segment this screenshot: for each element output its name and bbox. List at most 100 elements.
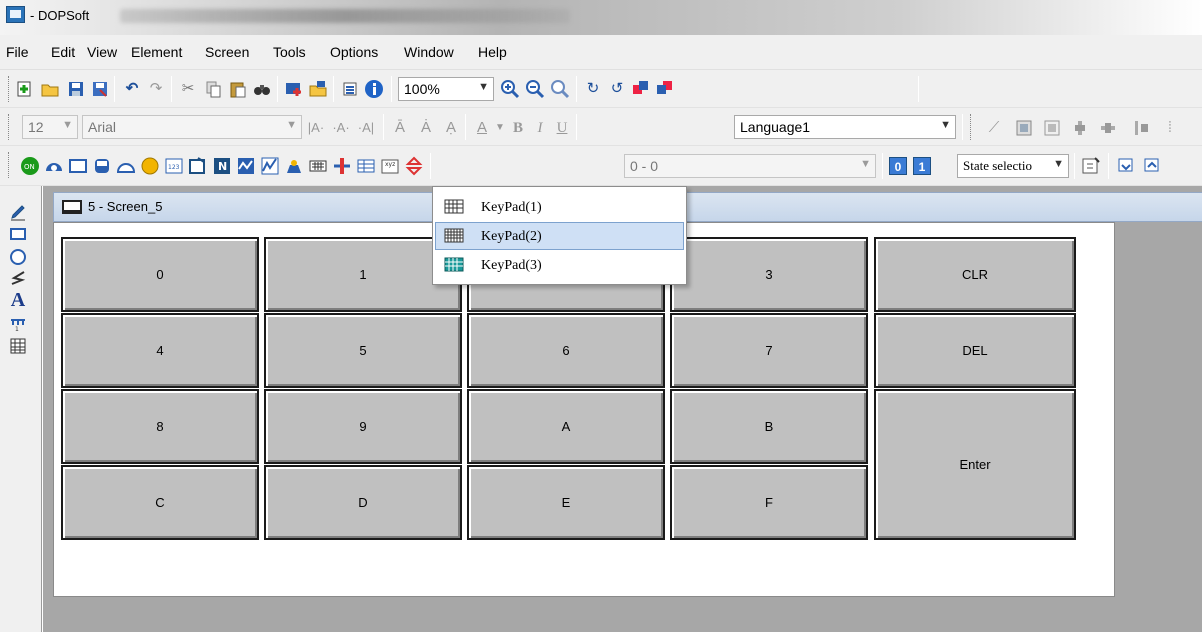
italic-icon[interactable]: I (530, 118, 550, 138)
state-0-button[interactable]: 0 (889, 157, 907, 175)
font-color-icon[interactable]: A (472, 118, 492, 138)
screen-add-icon[interactable] (284, 79, 304, 99)
valign-top-icon[interactable]: Ā (390, 118, 410, 138)
table-element-icon[interactable] (356, 156, 376, 176)
circle-tool-icon[interactable] (8, 247, 28, 267)
slider-icon[interactable] (332, 156, 352, 176)
menu-options[interactable]: Options (330, 44, 378, 60)
chevron-down-icon[interactable]: ▼ (490, 118, 510, 138)
key-clr[interactable]: CLR (874, 237, 1076, 312)
gauge-icon[interactable] (116, 156, 136, 176)
zoom-in-icon[interactable] (500, 79, 520, 99)
key-f[interactable]: F (670, 465, 868, 540)
move-up-icon[interactable] (1142, 156, 1162, 176)
key-0[interactable]: 0 (61, 237, 259, 312)
undo-icon[interactable]: ↶ (122, 79, 142, 99)
font-size-combo[interactable]: 12 ▼ (22, 115, 78, 139)
key-4[interactable]: 4 (61, 313, 259, 388)
find-icon[interactable] (252, 79, 272, 99)
on-button-icon[interactable]: ON (20, 156, 40, 176)
menu-item-keypad-2[interactable]: KeyPad(2) (435, 222, 684, 250)
properties-icon[interactable] (1081, 156, 1101, 176)
lamp-icon[interactable] (140, 156, 160, 176)
menu-item-keypad-1[interactable]: KeyPad(1) (435, 193, 684, 221)
state-1-button[interactable]: 1 (913, 157, 931, 175)
numeric-input-icon[interactable]: N (212, 156, 232, 176)
download-icon[interactable] (340, 79, 360, 99)
polyline-tool-icon[interactable] (8, 268, 28, 288)
menu-screen[interactable]: Screen (205, 44, 249, 60)
key-8[interactable]: 8 (61, 389, 259, 464)
key-c[interactable]: C (61, 465, 259, 540)
key-enter[interactable]: Enter (874, 389, 1076, 540)
key-a[interactable]: A (467, 389, 665, 464)
toolbar-grip[interactable] (8, 152, 11, 178)
menu-item-keypad-3[interactable]: KeyPad(3) (435, 251, 684, 279)
align-objects-icon[interactable] (1070, 118, 1090, 138)
key-9[interactable]: 9 (264, 389, 462, 464)
xy-plot-icon[interactable]: xyz (380, 156, 400, 176)
bring-front-icon[interactable] (631, 79, 651, 99)
input-arrow-icon[interactable] (404, 156, 424, 176)
send-back-icon[interactable] (655, 79, 675, 99)
trend-graph-icon[interactable] (236, 156, 256, 176)
menu-help[interactable]: Help (478, 44, 507, 60)
zoom-combo[interactable]: 100% ▼ (398, 77, 494, 101)
key-b[interactable]: B (670, 389, 868, 464)
more-icon[interactable]: ⁞ (1160, 118, 1180, 138)
align-left-icon[interactable]: |A· (306, 118, 326, 138)
state-select-combo[interactable]: State selectio ▼ (957, 154, 1069, 178)
key-6[interactable]: 6 (467, 313, 665, 388)
menu-element[interactable]: Element (131, 44, 182, 60)
group-icon[interactable] (1014, 118, 1034, 138)
menu-edit[interactable]: Edit (51, 44, 75, 60)
state-value-combo[interactable]: 0 - 0 ▼ (624, 154, 876, 178)
rectangle-tool-icon[interactable] (8, 224, 28, 244)
app-icon[interactable] (6, 6, 25, 23)
redo-icon[interactable]: ↷ (146, 79, 166, 99)
ungroup-icon[interactable] (1042, 118, 1062, 138)
menu-file[interactable]: File (6, 44, 29, 60)
key-7[interactable]: 7 (670, 313, 868, 388)
key-5[interactable]: 5 (264, 313, 462, 388)
pencil-icon[interactable]: ⟋ (984, 118, 1004, 138)
message-display-icon[interactable] (188, 156, 208, 176)
distribute-icon[interactable] (1132, 118, 1152, 138)
cut-icon[interactable]: ✂ (178, 79, 198, 99)
zoom-fit-icon[interactable] (550, 79, 570, 99)
zoom-out-icon[interactable] (525, 79, 545, 99)
save-as-icon[interactable] (90, 79, 110, 99)
meter-icon[interactable] (44, 156, 64, 176)
pencil-draw-icon[interactable] (8, 202, 28, 222)
align-center-objects-icon[interactable] (1098, 118, 1118, 138)
new-icon[interactable] (14, 79, 34, 99)
rotate-cw-icon[interactable]: ↻ (583, 79, 603, 99)
keypad-icon[interactable] (308, 156, 328, 176)
menu-tools[interactable]: Tools (273, 44, 306, 60)
xy-chart-icon[interactable] (260, 156, 280, 176)
key-e[interactable]: E (467, 465, 665, 540)
language-combo[interactable]: Language1 ▼ (734, 115, 956, 139)
valign-middle-icon[interactable]: Ȧ (416, 118, 436, 138)
bold-icon[interactable]: B (508, 118, 528, 138)
info-icon[interactable] (364, 79, 384, 99)
cylinder-icon[interactable] (92, 156, 112, 176)
paste-icon[interactable] (228, 79, 248, 99)
underline-icon[interactable]: U (552, 118, 572, 138)
toolbar-grip[interactable] (8, 76, 11, 102)
copy-icon[interactable] (203, 79, 223, 99)
toolbar-grip[interactable] (970, 114, 973, 140)
screen-open-icon[interactable] (308, 79, 328, 99)
menu-view[interactable]: View (87, 44, 117, 60)
numeric-display-icon[interactable]: 123 (164, 156, 184, 176)
key-3[interactable]: 3 (670, 237, 868, 312)
table-tool-icon[interactable] (8, 336, 28, 356)
key-del[interactable]: DEL (874, 313, 1076, 388)
valign-bottom-icon[interactable]: Ạ (441, 118, 461, 138)
rectangle-element-icon[interactable] (68, 156, 88, 176)
move-down-icon[interactable] (1116, 156, 1136, 176)
menu-window[interactable]: Window (404, 44, 454, 60)
open-icon[interactable] (40, 79, 60, 99)
font-name-combo[interactable]: Arial ▼ (82, 115, 302, 139)
toolbar-grip[interactable] (8, 114, 11, 140)
